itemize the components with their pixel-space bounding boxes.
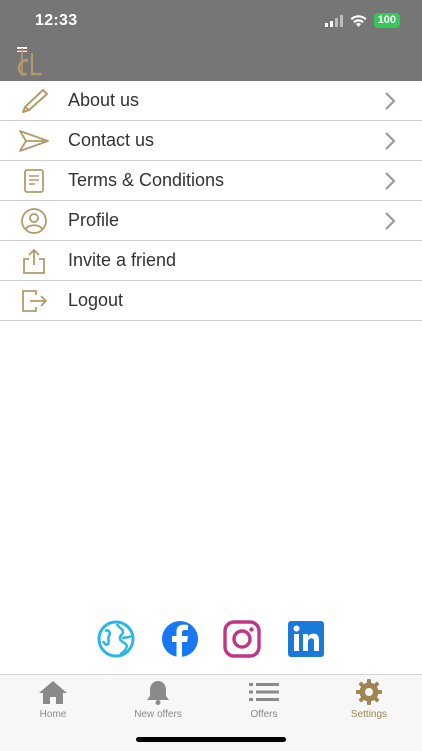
logout-icon bbox=[17, 287, 51, 315]
battery-indicator: 100 bbox=[373, 13, 400, 28]
tab-new-offers[interactable]: New offers bbox=[118, 679, 198, 720]
menu-label: Invite a friend bbox=[68, 250, 177, 270]
status-bar: 12:33 100 bbox=[0, 0, 422, 44]
menu-label: Contact us bbox=[68, 130, 155, 150]
menu-item-invite-friend[interactable]: Invite a friend bbox=[0, 241, 422, 281]
status-time: 12:33 bbox=[35, 12, 78, 29]
menu-item-logout[interactable]: Logout bbox=[0, 281, 422, 321]
tab-label: Offers bbox=[250, 709, 278, 720]
chevron-right-icon bbox=[385, 92, 396, 110]
menu-item-contact-us[interactable]: Contact us bbox=[0, 121, 422, 161]
menu-label: Logout bbox=[68, 290, 124, 310]
menu-label: Terms & Conditions bbox=[68, 170, 225, 190]
tab-offers[interactable]: Offers bbox=[224, 679, 304, 720]
signal-icon bbox=[324, 14, 343, 27]
app-logo bbox=[17, 47, 42, 76]
tab-home[interactable]: Home bbox=[13, 679, 93, 720]
document-icon bbox=[17, 167, 51, 195]
globe-icon[interactable] bbox=[96, 620, 136, 658]
linkedin-icon[interactable] bbox=[286, 620, 326, 658]
tab-label: Settings bbox=[350, 709, 388, 720]
menu-item-terms-conditions[interactable]: Terms & Conditions bbox=[0, 161, 422, 201]
home-icon bbox=[13, 679, 93, 705]
pencil-icon bbox=[17, 87, 51, 115]
menu-item-about-us[interactable]: About us bbox=[0, 81, 422, 121]
menu-item-profile[interactable]: Profile bbox=[0, 201, 422, 241]
nav-bar bbox=[0, 44, 422, 81]
wifi-icon bbox=[350, 14, 367, 27]
chevron-right-icon bbox=[385, 172, 396, 190]
tab-settings[interactable]: Settings bbox=[329, 679, 409, 720]
settings-menu: About us Contact us Terms & Conditions P… bbox=[0, 81, 422, 321]
instagram-icon[interactable] bbox=[222, 620, 262, 658]
bell-icon bbox=[118, 679, 198, 705]
status-icons: 100 bbox=[324, 13, 400, 28]
tab-label: New offers bbox=[134, 709, 182, 720]
menu-label: Profile bbox=[68, 210, 120, 230]
tab-label: Home bbox=[39, 709, 67, 720]
share-icon bbox=[17, 247, 51, 275]
chevron-right-icon bbox=[385, 132, 396, 150]
list-icon bbox=[224, 679, 304, 705]
user-circle-icon bbox=[17, 207, 51, 235]
send-icon bbox=[17, 127, 51, 155]
gear-icon bbox=[329, 679, 409, 705]
facebook-icon[interactable] bbox=[160, 620, 200, 658]
home-indicator bbox=[136, 737, 286, 742]
social-links bbox=[0, 620, 422, 660]
chevron-right-icon bbox=[385, 212, 396, 230]
menu-label: About us bbox=[68, 90, 140, 110]
